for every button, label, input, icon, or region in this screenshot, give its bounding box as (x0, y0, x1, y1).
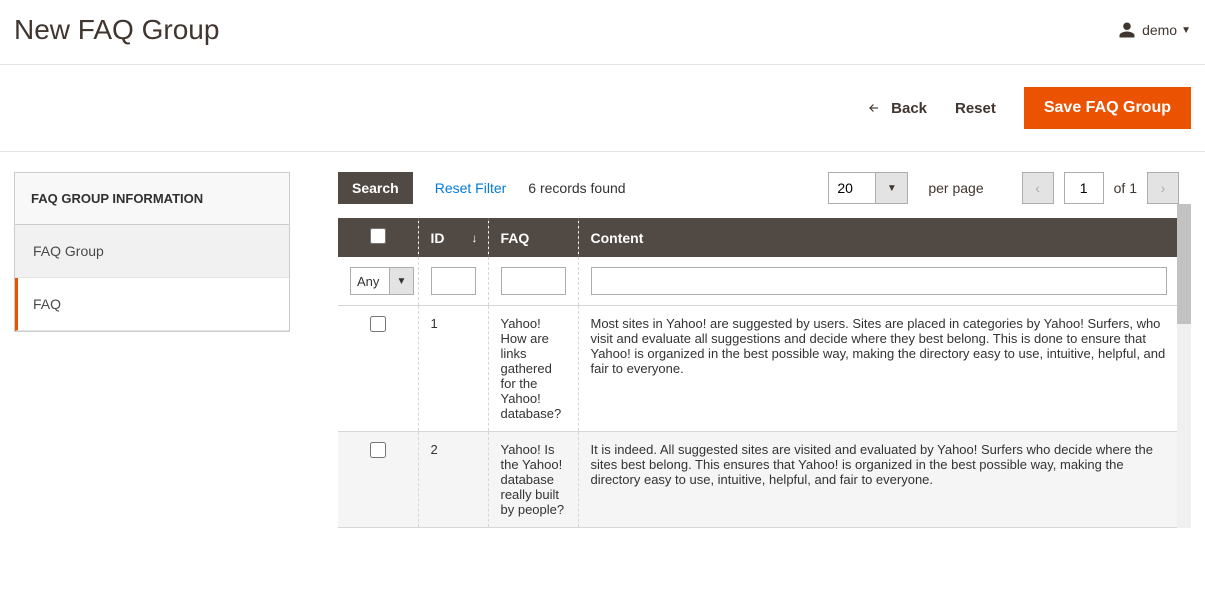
table-row[interactable]: 2 Yahoo! Is the Yahoo! database really b… (338, 432, 1179, 528)
filter-select-value: Any (350, 267, 390, 295)
current-page-input[interactable] (1064, 172, 1104, 204)
prev-page-button[interactable]: ‹ (1022, 172, 1054, 204)
scrollbar-thumb[interactable] (1177, 204, 1191, 324)
chevron-right-icon: › (1161, 180, 1166, 196)
sort-descending-icon: ↓ (472, 231, 478, 245)
page-size-dropdown-button[interactable]: ▼ (876, 172, 908, 204)
col-header-content[interactable]: Content (578, 218, 1179, 257)
filter-faq-input[interactable] (501, 267, 566, 295)
faq-grid: ID ↓ FAQ Content Any ▼ (338, 218, 1179, 528)
of-pages-label: of 1 (1114, 180, 1137, 196)
content-area: Search Reset Filter 6 records found ▼ pe… (338, 172, 1191, 528)
vertical-scrollbar[interactable] (1177, 204, 1191, 528)
filter-id-input[interactable] (431, 267, 476, 295)
chevron-down-icon: ▼ (887, 183, 897, 194)
arrow-left-icon (865, 101, 883, 115)
grid-toolbar: Search Reset Filter 6 records found ▼ pe… (338, 172, 1179, 218)
sidebar-item-faq-group[interactable]: FAQ Group (15, 225, 289, 278)
back-label: Back (891, 100, 927, 117)
col-header-select[interactable] (338, 218, 418, 257)
col-header-id-label: ID (431, 230, 445, 246)
select-all-checkbox[interactable] (370, 228, 386, 244)
pager: ▼ per page ‹ of 1 › (828, 172, 1179, 204)
save-button[interactable]: Save FAQ Group (1024, 87, 1191, 129)
back-button[interactable]: Back (865, 100, 927, 117)
cell-faq: Yahoo! Is the Yahoo! database really bui… (488, 432, 578, 528)
reset-filter-link[interactable]: Reset Filter (435, 180, 507, 196)
col-header-id[interactable]: ID ↓ (418, 218, 488, 257)
page-size-input[interactable] (828, 172, 876, 204)
sidebar: FAQ GROUP INFORMATION FAQ Group FAQ (14, 172, 290, 332)
page-title: New FAQ Group (14, 14, 219, 46)
sidebar-header: FAQ GROUP INFORMATION (15, 173, 289, 225)
row-checkbox[interactable] (370, 316, 386, 332)
sidebar-item-faq[interactable]: FAQ (15, 278, 289, 331)
filter-select-button[interactable]: ▼ (390, 267, 414, 295)
reset-button[interactable]: Reset (955, 100, 996, 117)
table-row[interactable]: 1 Yahoo! How are links gathered for the … (338, 306, 1179, 432)
chevron-left-icon: ‹ (1035, 180, 1040, 196)
search-button[interactable]: Search (338, 172, 413, 204)
cell-id: 2 (418, 432, 488, 528)
cell-content: It is indeed. All suggested sites are vi… (578, 432, 1179, 528)
cell-content: Most sites in Yahoo! are suggested by us… (578, 306, 1179, 432)
action-bar: Back Reset Save FAQ Group (0, 64, 1205, 152)
col-header-faq[interactable]: FAQ (488, 218, 578, 257)
per-page-label: per page (928, 180, 983, 196)
row-checkbox[interactable] (370, 442, 386, 458)
cell-id: 1 (418, 306, 488, 432)
cell-faq: Yahoo! How are links gathered for the Ya… (488, 306, 578, 432)
user-menu[interactable]: demo ▼ (1118, 21, 1191, 39)
user-label: demo (1142, 22, 1177, 38)
next-page-button[interactable]: › (1147, 172, 1179, 204)
user-icon (1118, 21, 1136, 39)
records-found: 6 records found (528, 180, 625, 196)
filter-row: Any ▼ (338, 257, 1179, 306)
filter-content-input[interactable] (591, 267, 1168, 295)
chevron-down-icon: ▼ (1181, 25, 1191, 36)
